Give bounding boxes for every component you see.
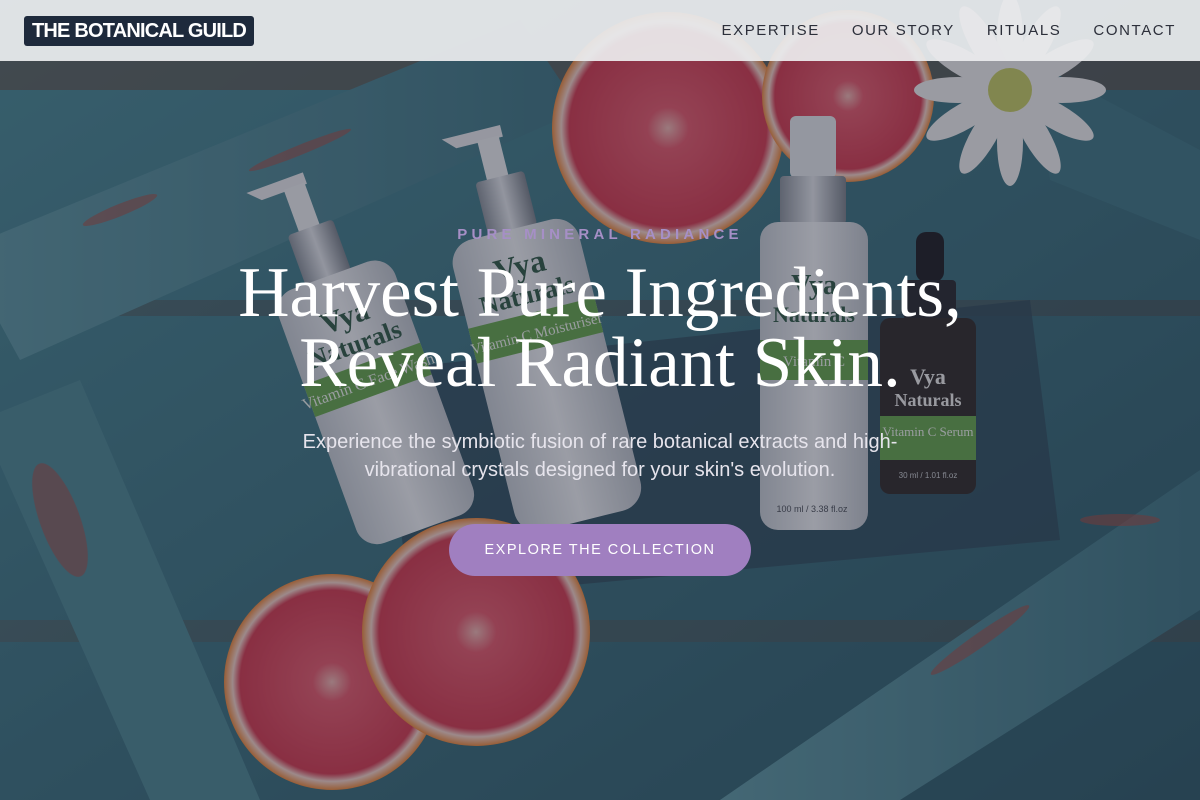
nav-item-rituals: RITUALS [987, 22, 1062, 40]
main-menu: EXPERTISE OUR STORY RITUALS CONTACT [721, 22, 1176, 40]
nav-link-expertise[interactable]: EXPERTISE [721, 22, 819, 39]
nav-link-our-story[interactable]: OUR STORY [852, 22, 955, 39]
nav-item-our-story: OUR STORY [852, 22, 955, 40]
hero-eyebrow: PURE MINERAL RADIANCE [457, 226, 743, 243]
hero-headline-line-1: Harvest Pure Ingredients, [238, 254, 962, 332]
brand-logo[interactable]: THE BOTANICAL GUILD [24, 15, 255, 46]
nav-item-expertise: EXPERTISE [721, 22, 819, 40]
hero-content: PURE MINERAL RADIANCE Harvest Pure Ingre… [0, 0, 1200, 800]
hero-subtitle: Experience the symbiotic fusion of rare … [302, 431, 898, 481]
explore-collection-button[interactable]: EXPLORE THE COLLECTION [449, 524, 751, 576]
hero-headline: Harvest Pure Ingredients, Reveal Radiant… [100, 254, 1100, 402]
nav-item-contact: CONTACT [1093, 22, 1176, 40]
nav-link-contact[interactable]: CONTACT [1093, 22, 1176, 39]
top-navigation-bar: THE BOTANICAL GUILD EXPERTISE OUR STORY … [0, 0, 1200, 61]
hero-headline-line-2: Reveal Radiant Skin. [299, 324, 901, 402]
nav-link-rituals[interactable]: RITUALS [987, 22, 1062, 39]
